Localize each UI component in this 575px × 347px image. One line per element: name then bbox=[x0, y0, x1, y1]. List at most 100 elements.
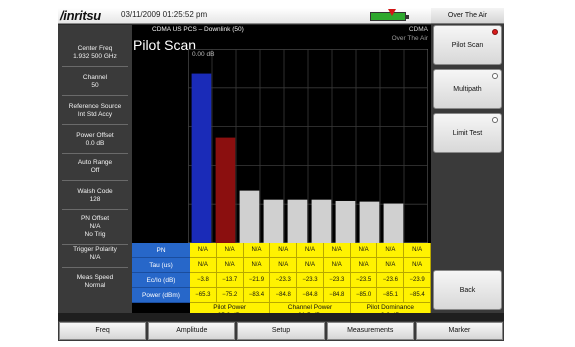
marker-icon bbox=[388, 9, 396, 16]
param-divider bbox=[62, 95, 128, 96]
pilot-bar bbox=[239, 190, 260, 243]
param-pn-offset[interactable]: PN Offset N/A No Trig bbox=[58, 215, 132, 239]
table-cell: −75.2 bbox=[216, 288, 244, 303]
param-value: 50 bbox=[91, 82, 99, 89]
table-cell: −13.7 bbox=[216, 273, 244, 288]
measurement-display: CDMA US PCS – Downlink (50) CDMA Over Th… bbox=[132, 25, 432, 319]
param-value: Off bbox=[90, 167, 100, 174]
param-label: PN Offset bbox=[80, 215, 110, 222]
bottom-menu-bar: Freq Amplitude Setup Measurements Marker bbox=[58, 321, 504, 341]
table-cell: −84.8 bbox=[297, 288, 324, 303]
pilot-bar bbox=[215, 137, 236, 243]
table-cell: −85.1 bbox=[377, 288, 405, 303]
menu-marker[interactable]: Marker bbox=[415, 322, 504, 340]
summary-label: Pilot Power bbox=[213, 304, 247, 311]
table-cell: −85.4 bbox=[404, 288, 432, 303]
table-cell: −23.3 bbox=[270, 273, 298, 288]
param-trigger-polarity[interactable]: Trigger Polarity N/A bbox=[58, 246, 132, 262]
param-divider bbox=[62, 153, 128, 154]
param-walsh-code[interactable]: Walsh Code 128 bbox=[58, 188, 132, 204]
analyzer-screen: /inritsu 03/11/2009 01:25:52 pm Center F… bbox=[58, 8, 504, 341]
param-center-freq[interactable]: Center Freq 1.932 500 GHz bbox=[58, 45, 132, 61]
page-title: Pilot Scan bbox=[133, 37, 197, 53]
table-cell: N/A bbox=[323, 258, 351, 273]
table-cell: N/A bbox=[190, 258, 217, 273]
title-bar: /inritsu 03/11/2009 01:25:52 pm bbox=[58, 8, 431, 24]
table-cell: −85.0 bbox=[350, 288, 378, 303]
table-row: −3.8 −13.7 −21.9 −23.3 −23.3 −23.3 −23.5 −23.6−… bbox=[190, 273, 432, 288]
table-cell: N/A bbox=[350, 258, 378, 273]
pilot-bar bbox=[311, 199, 332, 243]
table-cell: N/A bbox=[323, 243, 351, 258]
param-auto-range[interactable]: Auto Range Off bbox=[58, 159, 132, 175]
param-value: N/A bbox=[89, 223, 101, 230]
left-parameter-panel: Center Freq 1.932 500 GHz Channel 50 Referen… bbox=[58, 25, 132, 313]
menu-measurements[interactable]: Measurements bbox=[326, 322, 414, 340]
back-button[interactable]: Back bbox=[433, 270, 502, 310]
pilot-scan-label: Pilot Scan bbox=[451, 42, 484, 49]
table-cell: N/A bbox=[243, 258, 271, 273]
table-cell: −84.8 bbox=[270, 288, 298, 303]
param-divider bbox=[62, 66, 128, 67]
table-cell: N/A bbox=[216, 258, 244, 273]
table-cell: −65.3 bbox=[190, 288, 217, 303]
table-row: −65.3 −75.2 −83.4 −84.8 −84.8 −84.8 −85.0 −85.1… bbox=[190, 288, 432, 303]
table-cell: −3.8 bbox=[190, 273, 217, 288]
table-cell: N/A bbox=[377, 243, 405, 258]
row-header: Tau (us) bbox=[132, 258, 190, 273]
pilot-bar bbox=[335, 200, 356, 243]
table-cell: −83.4 bbox=[243, 288, 271, 303]
param-label: Channel bbox=[82, 74, 108, 81]
menu-amplitude[interactable]: Amplitude bbox=[148, 322, 236, 340]
row-header: PN bbox=[132, 243, 190, 258]
param-channel[interactable]: Channel 50 bbox=[58, 74, 132, 90]
datetime: 03/11/2009 01:25:52 pm bbox=[121, 10, 208, 19]
param-label: Trigger Polarity bbox=[73, 246, 117, 253]
param-value: 128 bbox=[89, 196, 101, 203]
right-softkey-panel: Over The Air Pilot Scan Multipath Limit Te… bbox=[431, 8, 504, 313]
param-label: Power Offset bbox=[76, 132, 114, 139]
pilot-scan-chart: 0.00 dB-6-12-18-24 bbox=[188, 49, 428, 243]
table-cell: −23.9 bbox=[404, 273, 432, 288]
table-cell: −23.3 bbox=[323, 273, 351, 288]
table-cell: N/A bbox=[270, 258, 298, 273]
param-value: 1.932 500 GHz bbox=[73, 53, 117, 60]
table-cell: N/A bbox=[404, 258, 432, 273]
cdma-label: CDMA bbox=[408, 26, 428, 33]
table-cell: N/A bbox=[243, 243, 271, 258]
table-cell: −23.6 bbox=[377, 273, 405, 288]
row-header: Ec/Io (dB) bbox=[132, 273, 190, 288]
status-strip bbox=[58, 313, 504, 321]
menu-freq[interactable]: Freq bbox=[59, 322, 147, 340]
param-reference-source[interactable]: Reference Source Int Std Accy bbox=[58, 103, 132, 119]
param-meas-speed[interactable]: Meas Speed Normal bbox=[58, 274, 132, 290]
pilot-table: N/A N/A N/A N/A N/A N/A N/A N/A N/A N/A N/A N/A N/A N… bbox=[190, 243, 432, 303]
multipath-label: Multipath bbox=[453, 86, 482, 93]
menu-setup[interactable]: Setup bbox=[237, 322, 325, 340]
param-divider bbox=[62, 244, 128, 245]
table-cell: N/A bbox=[404, 243, 432, 258]
table-cell: −23.5 bbox=[350, 273, 378, 288]
multipath-button[interactable]: Multipath bbox=[433, 69, 502, 109]
param-label: Walsh Code bbox=[77, 188, 113, 195]
mode-label: CDMA US PCS – Downlink (50) bbox=[152, 26, 244, 33]
table-cell: N/A bbox=[270, 243, 298, 258]
radio-indicator-icon bbox=[492, 73, 498, 79]
pilot-bar bbox=[383, 203, 404, 243]
over-the-air-label: Over The Air bbox=[391, 35, 428, 42]
row-header: Power (dBm) bbox=[132, 288, 190, 303]
param-value: N/A bbox=[89, 254, 101, 261]
brand-logo: /inritsu bbox=[60, 8, 101, 23]
summary-label: Channel Power bbox=[287, 304, 333, 311]
table-cell: N/A bbox=[216, 243, 244, 258]
table-cell: N/A bbox=[190, 243, 217, 258]
pilot-scan-button[interactable]: Pilot Scan bbox=[433, 25, 502, 65]
limit-test-button[interactable]: Limit Test bbox=[433, 113, 502, 153]
table-row: N/A N/A N/A N/A N/A N/A N/A N/A N/A bbox=[190, 243, 432, 258]
param-divider bbox=[62, 267, 128, 268]
param-divider bbox=[62, 124, 128, 125]
table-cell: N/A bbox=[297, 243, 324, 258]
pilot-bar bbox=[287, 199, 308, 243]
param-power-offset[interactable]: Power Offset 0.0 dB bbox=[58, 132, 132, 148]
pilot-bar bbox=[359, 201, 380, 243]
